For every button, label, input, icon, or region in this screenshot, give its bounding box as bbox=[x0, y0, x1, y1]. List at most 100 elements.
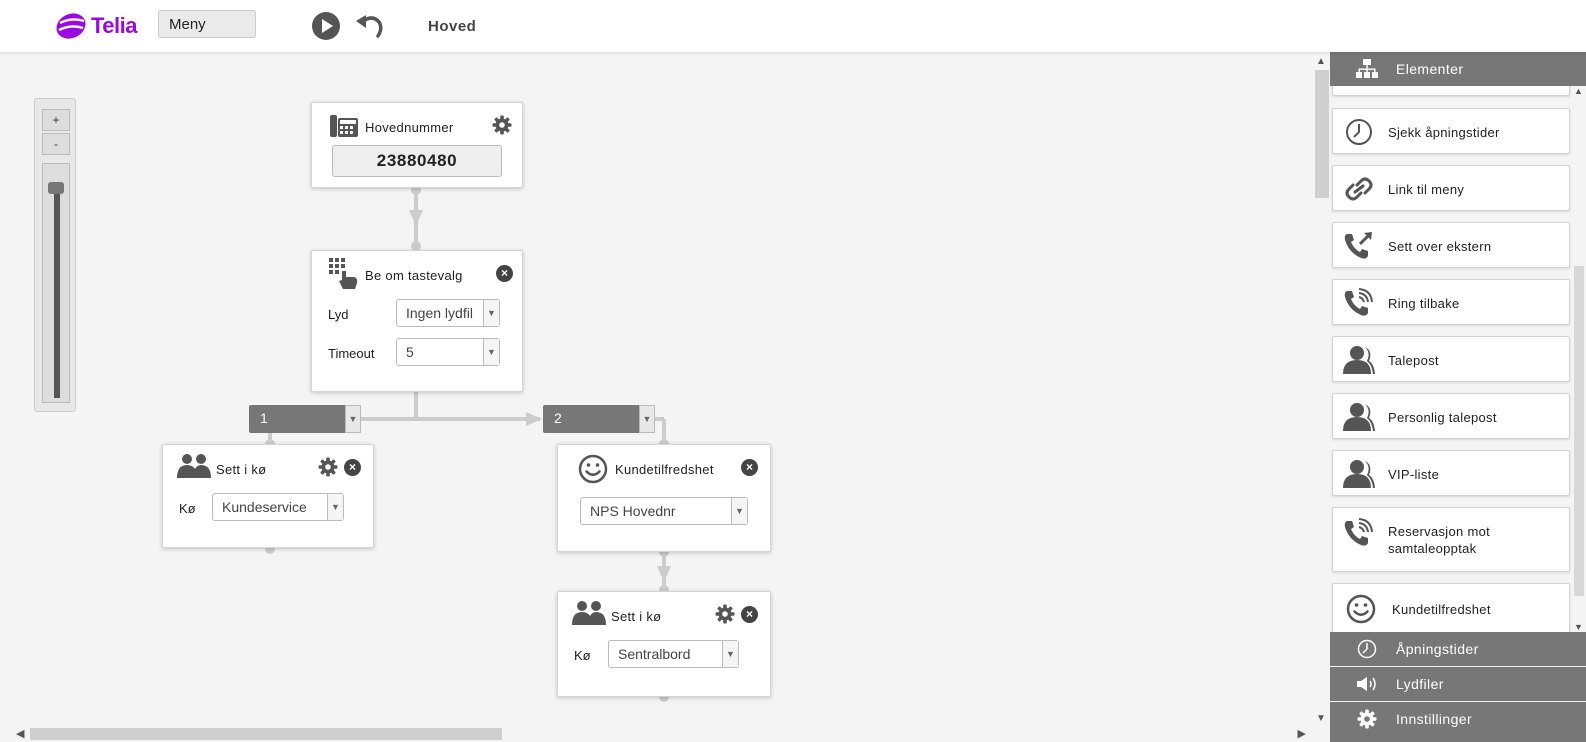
main-number-value: 23880480 bbox=[332, 145, 502, 177]
node-title: Sett i kø bbox=[216, 462, 267, 477]
panel-header-sound-files[interactable]: Lydfiler bbox=[1330, 667, 1586, 701]
top-bar: Telia Meny Hoved bbox=[0, 0, 1586, 52]
element-item-label: Ring tilbake bbox=[1388, 296, 1460, 311]
keypad-touch-icon bbox=[329, 258, 358, 289]
element-item-call-back[interactable]: Ring tilbake bbox=[1332, 279, 1570, 325]
chevron-down-icon: ▼ bbox=[731, 498, 747, 524]
chevron-down-icon: ▼ bbox=[345, 405, 361, 433]
panel-header-settings[interactable]: Innstillinger bbox=[1330, 702, 1586, 742]
elements-list: Sjekk åpningstider Link til meny Sett ov… bbox=[1330, 86, 1586, 632]
scrollbar-thumb[interactable] bbox=[30, 728, 502, 740]
user-icon bbox=[1343, 460, 1375, 488]
undo-icon[interactable] bbox=[354, 12, 384, 40]
scroll-up-icon[interactable]: ▲ bbox=[1574, 86, 1583, 96]
panel-header-elements[interactable]: Elementer bbox=[1330, 52, 1586, 86]
sound-select-value: Ingen lydfil bbox=[406, 305, 473, 321]
scroll-right-icon[interactable]: ▶ bbox=[1298, 727, 1306, 740]
canvas-horizontal-scrollbar[interactable]: ◀ ▶ bbox=[12, 726, 1310, 742]
users-icon bbox=[572, 601, 606, 625]
chevron-down-icon: ▼ bbox=[722, 641, 738, 667]
scroll-down-icon[interactable]: ▼ bbox=[1574, 622, 1583, 632]
element-item-label: Personlig talepost bbox=[1388, 410, 1497, 425]
element-item-customer-satisfaction[interactable]: Kundetilfredshet bbox=[1332, 583, 1570, 632]
gear-icon[interactable] bbox=[715, 604, 735, 624]
scrollbar-thumb[interactable] bbox=[1574, 266, 1584, 596]
branch-label: 2 bbox=[554, 410, 562, 426]
scroll-left-icon[interactable]: ◀ bbox=[16, 727, 24, 740]
close-icon[interactable]: × bbox=[496, 265, 513, 282]
zoom-slider-handle[interactable] bbox=[48, 182, 64, 194]
speaker-icon bbox=[1357, 677, 1376, 691]
canvas-vertical-scrollbar[interactable]: ▲ ▼ bbox=[1312, 52, 1330, 728]
smiley-icon bbox=[578, 454, 608, 484]
branch-label: 1 bbox=[260, 410, 268, 426]
element-item-personal-voicemail[interactable]: Personlig talepost bbox=[1332, 393, 1570, 439]
chevron-down-icon: ▼ bbox=[483, 339, 499, 365]
zoom-in-button[interactable]: + bbox=[42, 109, 70, 131]
zoom-out-button[interactable]: - bbox=[42, 133, 70, 155]
element-item-link-menu[interactable]: Link til meny bbox=[1332, 165, 1570, 211]
sound-select[interactable]: Ingen lydfil ▼ bbox=[396, 299, 500, 327]
panel-header-opening-hours[interactable]: Åpningstider bbox=[1330, 632, 1586, 666]
element-item-vip-list[interactable]: VIP-liste bbox=[1332, 450, 1570, 496]
scrollbar-thumb[interactable] bbox=[1315, 70, 1329, 198]
element-item-label: Talepost bbox=[1388, 353, 1439, 368]
queue-label: Kø bbox=[574, 648, 591, 663]
element-item-transfer-external[interactable]: Sett over ekstern bbox=[1332, 222, 1570, 268]
clock-icon bbox=[1357, 639, 1377, 659]
branch-select-2[interactable]: 2 ▼ bbox=[543, 405, 655, 433]
flow-canvas[interactable]: + - Hovednummer 23880480 Be om tastevalg… bbox=[0, 52, 1312, 742]
queue-select[interactable]: Sentralbord ▼ bbox=[608, 640, 739, 668]
panel-header-label: Innstillinger bbox=[1396, 711, 1473, 727]
desk-phone-icon bbox=[330, 115, 358, 137]
element-item-recording-reservation[interactable]: Reservasjon mot samtaleopptak bbox=[1332, 507, 1570, 572]
panel-header-label: Åpningstider bbox=[1396, 641, 1479, 657]
node-queue-1[interactable]: Sett i kø × Kø Kundeservice ▼ bbox=[162, 444, 374, 548]
node-title: Hovednummer bbox=[365, 120, 454, 135]
branch-select-1[interactable]: 1 ▼ bbox=[249, 405, 361, 433]
gear-icon[interactable] bbox=[492, 115, 512, 135]
node-queue-2[interactable]: Sett i kø × Kø Sentralbord ▼ bbox=[557, 591, 771, 697]
element-item-voicemail[interactable]: Talepost bbox=[1332, 336, 1570, 382]
node-main-number[interactable]: Hovednummer 23880480 bbox=[311, 102, 523, 188]
panel-header-label: Lydfiler bbox=[1396, 676, 1444, 692]
element-item-label: Kundetilfredshet bbox=[1392, 602, 1491, 617]
sound-label: Lyd bbox=[328, 307, 349, 322]
telia-pebble-icon bbox=[56, 13, 86, 39]
phone-ring-icon bbox=[1344, 518, 1373, 546]
panel-header-label: Elementer bbox=[1396, 61, 1464, 77]
close-icon[interactable]: × bbox=[741, 606, 758, 623]
queue-select[interactable]: Kundeservice ▼ bbox=[212, 493, 344, 521]
play-icon[interactable] bbox=[312, 12, 340, 40]
scroll-down-icon[interactable]: ▼ bbox=[1316, 713, 1326, 724]
scroll-up-icon[interactable]: ▲ bbox=[1316, 56, 1326, 67]
survey-select[interactable]: NPS Hovednr ▼ bbox=[580, 497, 748, 525]
close-icon[interactable]: × bbox=[344, 459, 361, 476]
node-title: Kundetilfredshet bbox=[615, 462, 714, 477]
timeout-select[interactable]: 5 ▼ bbox=[396, 338, 500, 366]
chevron-down-icon: ▼ bbox=[327, 494, 343, 520]
element-item-opening-hours-check[interactable]: Sjekk åpningstider bbox=[1332, 108, 1570, 154]
phone-ring-icon bbox=[1344, 288, 1373, 316]
node-ask-key[interactable]: Be om tastevalg × Lyd Ingen lydfil ▼ Tim… bbox=[311, 250, 523, 392]
users-icon bbox=[177, 454, 211, 478]
queue-select-value: Kundeservice bbox=[222, 499, 307, 515]
close-icon[interactable]: × bbox=[741, 459, 758, 476]
zoom-slider[interactable] bbox=[42, 163, 70, 403]
list-item[interactable] bbox=[1332, 86, 1570, 96]
phone-forward-icon bbox=[1344, 232, 1372, 259]
chevron-down-icon: ▼ bbox=[639, 405, 655, 433]
user-icon bbox=[1343, 346, 1375, 374]
menu-select[interactable]: Meny bbox=[158, 10, 256, 38]
elements-scrollbar[interactable]: ▲ ▼ bbox=[1572, 86, 1586, 632]
smiley-icon bbox=[1346, 594, 1376, 624]
gear-icon bbox=[1357, 709, 1377, 729]
element-item-label: Sett over ekstern bbox=[1388, 239, 1492, 254]
sitemap-icon bbox=[1356, 59, 1378, 78]
node-customer-satisfaction[interactable]: Kundetilfredshet × NPS Hovednr ▼ bbox=[557, 444, 771, 552]
link-icon bbox=[1345, 177, 1373, 201]
telia-logo: Telia bbox=[54, 9, 138, 43]
zoom-control: + - bbox=[34, 98, 76, 412]
gear-icon[interactable] bbox=[318, 457, 338, 477]
queue-select-value: Sentralbord bbox=[618, 646, 691, 662]
